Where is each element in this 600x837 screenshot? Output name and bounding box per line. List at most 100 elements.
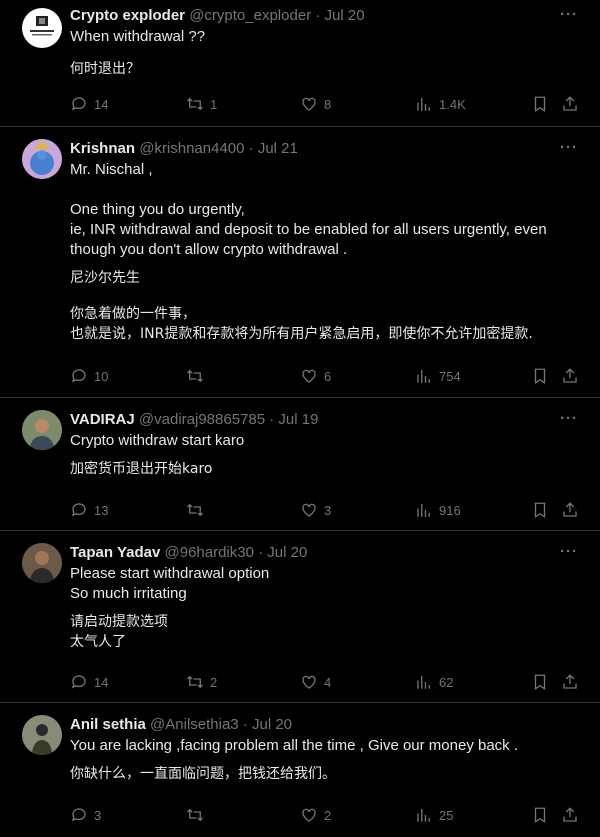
like-button[interactable]: 6 [300, 366, 331, 386]
share-icon [563, 502, 577, 517]
timestamp[interactable]: Jul 19 [278, 411, 318, 428]
translated-text-line: 你急着做的一件事， [70, 306, 196, 322]
timestamp[interactable]: Jul 20 [325, 7, 365, 24]
separator-dot: · [242, 716, 248, 733]
action-bar: 3 2 25 [0, 805, 600, 827]
handle[interactable]: @crypto_exploder [189, 7, 311, 24]
tweet[interactable]: Krishnan @krishnan4400 · Jul 21 ··· Mr. … [0, 127, 600, 398]
retweet-button[interactable] [186, 366, 210, 386]
views-chart-icon [417, 504, 430, 517]
reply-button[interactable]: 3 [70, 805, 101, 825]
views-button[interactable]: 1.4K [415, 94, 466, 114]
more-options-button[interactable]: ··· [560, 543, 578, 560]
timestamp[interactable]: Jul 20 [252, 716, 292, 733]
bookmark-button[interactable] [531, 366, 549, 386]
timestamp[interactable]: Jul 21 [258, 140, 298, 157]
like-count: 3 [324, 502, 332, 518]
handle[interactable]: @krishnan4400 [139, 140, 244, 157]
views-button[interactable]: 916 [415, 500, 461, 520]
like-button[interactable]: 4 [300, 672, 331, 692]
share-icon [563, 368, 577, 383]
tweet-text-line: One thing you do urgently, [70, 201, 245, 218]
tweet-text: Crypto withdraw start karo 加密货币退出开始karo [70, 431, 580, 479]
reply-button[interactable]: 14 [70, 672, 108, 692]
translated-text-line: 太气人了 [70, 634, 126, 650]
heart-icon [302, 369, 316, 383]
display-name[interactable]: VADIRAJ [70, 411, 135, 428]
views-chart-icon [417, 98, 430, 111]
tweet[interactable]: Crypto exploder @crypto_exploder · Jul 2… [0, 0, 600, 127]
share-icon [563, 96, 577, 111]
views-button[interactable]: 25 [415, 805, 453, 825]
handle[interactable]: @96hardik30 [165, 544, 254, 561]
separator-dot: · [248, 140, 254, 157]
share-icon [563, 674, 577, 689]
tweet-header: Krishnan @krishnan4400 · Jul 21 [70, 140, 560, 158]
separator-dot: · [258, 544, 264, 561]
reply-button[interactable]: 13 [70, 500, 108, 520]
view-count: 1.4K [439, 96, 466, 112]
view-count: 916 [439, 502, 461, 518]
tweet-header: Anil sethia @Anilsethia3 · Jul 20 [70, 716, 560, 734]
retweet-button[interactable] [186, 500, 210, 520]
bookmark-button[interactable] [531, 94, 549, 114]
share-button[interactable] [561, 805, 579, 825]
bookmark-icon [534, 502, 546, 519]
retweet-button[interactable]: 1 [186, 94, 217, 114]
tweet-header: Tapan Yadav @96hardik30 · Jul 20 [70, 544, 560, 562]
like-count: 2 [324, 807, 332, 823]
retweet-button[interactable]: 2 [186, 672, 217, 692]
display-name[interactable]: Tapan Yadav [70, 544, 160, 561]
share-button[interactable] [561, 500, 579, 520]
more-options-button[interactable]: ··· [560, 6, 578, 23]
bookmark-button[interactable] [531, 672, 549, 692]
timestamp[interactable]: Jul 20 [267, 544, 307, 561]
bookmark-icon [534, 674, 546, 691]
reply-button[interactable]: 14 [70, 94, 108, 114]
share-button[interactable] [561, 672, 579, 692]
views-chart-icon [417, 370, 430, 383]
translated-text-line: 请启动提款选项 [70, 614, 168, 630]
share-button[interactable] [561, 94, 579, 114]
display-name[interactable]: Krishnan [70, 140, 135, 157]
avatar[interactable] [22, 410, 62, 450]
share-button[interactable] [561, 366, 579, 386]
like-button[interactable]: 2 [300, 805, 331, 825]
tweet-text-line: When withdrawal ?? [70, 28, 206, 45]
bookmark-button[interactable] [531, 805, 549, 825]
views-button[interactable]: 754 [415, 366, 461, 386]
reply-icon [71, 675, 86, 689]
views-button[interactable]: 62 [415, 672, 453, 692]
avatar[interactable] [22, 139, 62, 179]
handle[interactable]: @Anilsethia3 [150, 716, 239, 733]
tweet-text: Mr. Nischal , One thing you do urgently,… [70, 160, 580, 344]
avatar[interactable] [22, 715, 62, 755]
more-options-button[interactable]: ··· [560, 139, 578, 156]
view-count: 754 [439, 368, 461, 384]
view-count: 62 [439, 674, 454, 690]
tweet-text-line: You are lacking ,facing problem all the … [70, 737, 519, 754]
display-name[interactable]: Crypto exploder [70, 7, 185, 24]
avatar[interactable] [22, 543, 62, 583]
translated-text-line: 也就是说，INR提款和存款将为所有用户紧急启用，即使你不允许加密提款. [70, 326, 533, 342]
tweet[interactable]: Anil sethia @Anilsethia3 · Jul 20 You ar… [0, 703, 600, 837]
translated-text-line: 加密货币退出开始karo [70, 461, 213, 477]
retweet-icon [187, 675, 203, 689]
reply-button[interactable]: 10 [70, 366, 108, 386]
tweet-text-line: Please start withdrawal option [70, 565, 270, 582]
handle[interactable]: @vadiraj98865785 [139, 411, 265, 428]
like-button[interactable]: 8 [300, 94, 331, 114]
bookmark-icon [534, 368, 546, 385]
like-button[interactable]: 3 [300, 500, 331, 520]
avatar[interactable] [22, 8, 62, 48]
tweet-header: VADIRAJ @vadiraj98865785 · Jul 19 [70, 411, 560, 429]
tweet[interactable]: Tapan Yadav @96hardik30 · Jul 20 ··· Ple… [0, 531, 600, 703]
more-options-button[interactable]: ··· [560, 410, 578, 427]
tweet-text: Please start withdrawal option So much i… [70, 564, 580, 652]
display-name[interactable]: Anil sethia [70, 716, 146, 733]
retweet-button[interactable] [186, 805, 210, 825]
tweet[interactable]: VADIRAJ @vadiraj98865785 · Jul 19 ··· Cr… [0, 398, 600, 531]
views-chart-icon [417, 676, 430, 689]
bookmark-button[interactable] [531, 500, 549, 520]
